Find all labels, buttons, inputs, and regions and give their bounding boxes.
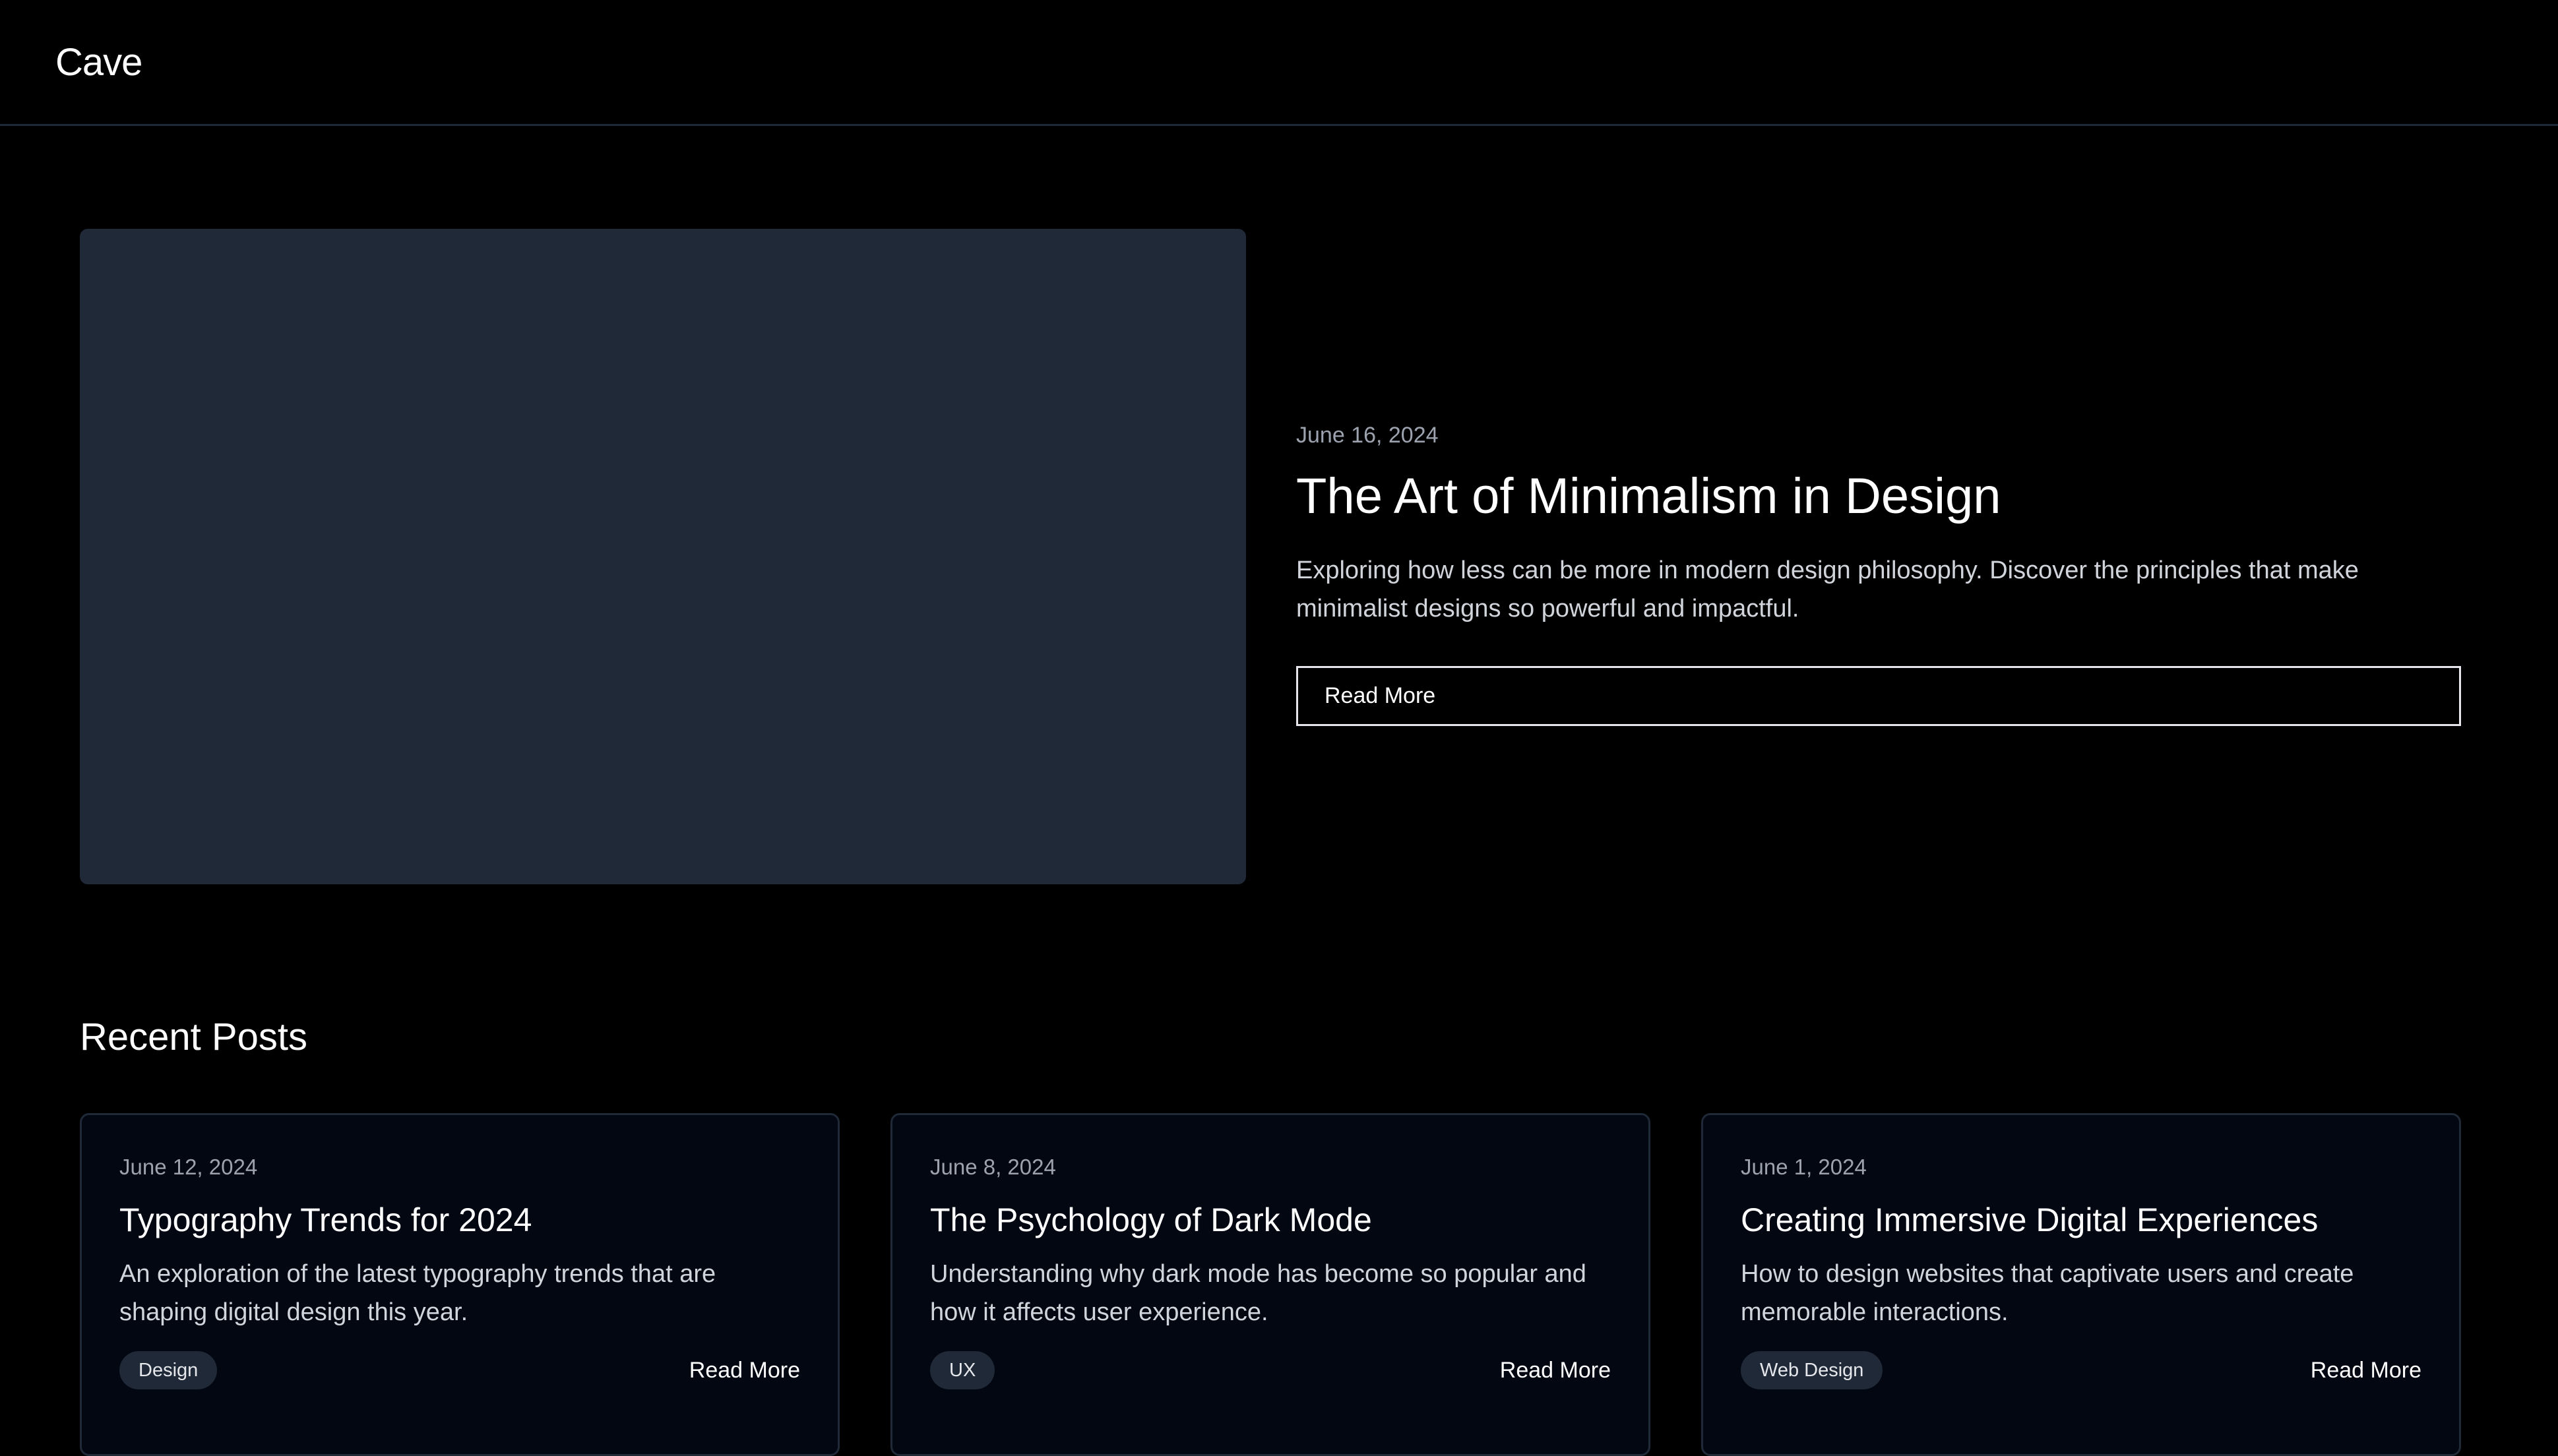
site-header: Cave bbox=[0, 0, 2558, 126]
post-excerpt: How to design websites that captivate us… bbox=[1741, 1260, 2354, 1326]
post-title[interactable]: Creating Immersive Digital Experiences bbox=[1741, 1197, 2421, 1243]
post-card[interactable]: June 1, 2024 Creating Immersive Digital … bbox=[1701, 1113, 2461, 1456]
post-tag[interactable]: Design bbox=[119, 1351, 218, 1389]
featured-image-placeholder[interactable] bbox=[80, 229, 1246, 884]
recent-posts-heading: Recent Posts bbox=[80, 1016, 307, 1058]
featured-post-excerpt: Exploring how less can be more in modern… bbox=[1296, 557, 2359, 622]
featured-post-title[interactable]: The Art of Minimalism in Design bbox=[1296, 464, 2461, 529]
post-card[interactable]: June 12, 2024 Typography Trends for 2024… bbox=[80, 1113, 840, 1456]
featured-read-more-button[interactable]: Read More bbox=[1296, 666, 2461, 726]
featured-post-date: June 16, 2024 bbox=[1296, 423, 1439, 448]
post-excerpt: An exploration of the latest typography … bbox=[119, 1260, 716, 1326]
featured-post-content: June 16, 2024 The Art of Minimalism in D… bbox=[1296, 415, 2461, 726]
recent-posts-grid: June 12, 2024 Typography Trends for 2024… bbox=[80, 1113, 2461, 1456]
post-footer: UX Read More bbox=[930, 1351, 1611, 1389]
post-date: June 12, 2024 bbox=[119, 1155, 258, 1179]
post-read-more-link[interactable]: Read More bbox=[1500, 1351, 1611, 1389]
post-tag[interactable]: UX bbox=[930, 1351, 995, 1389]
post-tag[interactable]: Web Design bbox=[1741, 1351, 1883, 1389]
post-read-more-link[interactable]: Read More bbox=[689, 1351, 800, 1389]
post-title[interactable]: The Psychology of Dark Mode bbox=[930, 1197, 1611, 1243]
post-read-more-link[interactable]: Read More bbox=[2311, 1351, 2421, 1389]
post-footer: Web Design Read More bbox=[1741, 1351, 2421, 1389]
post-footer: Design Read More bbox=[119, 1351, 800, 1389]
post-date: June 8, 2024 bbox=[930, 1155, 1056, 1179]
post-card[interactable]: June 8, 2024 The Psychology of Dark Mode… bbox=[890, 1113, 1650, 1456]
post-date: June 1, 2024 bbox=[1741, 1155, 1867, 1179]
post-excerpt: Understanding why dark mode has become s… bbox=[930, 1260, 1586, 1326]
post-title[interactable]: Typography Trends for 2024 bbox=[119, 1197, 800, 1243]
site-logo[interactable]: Cave bbox=[55, 40, 142, 86]
